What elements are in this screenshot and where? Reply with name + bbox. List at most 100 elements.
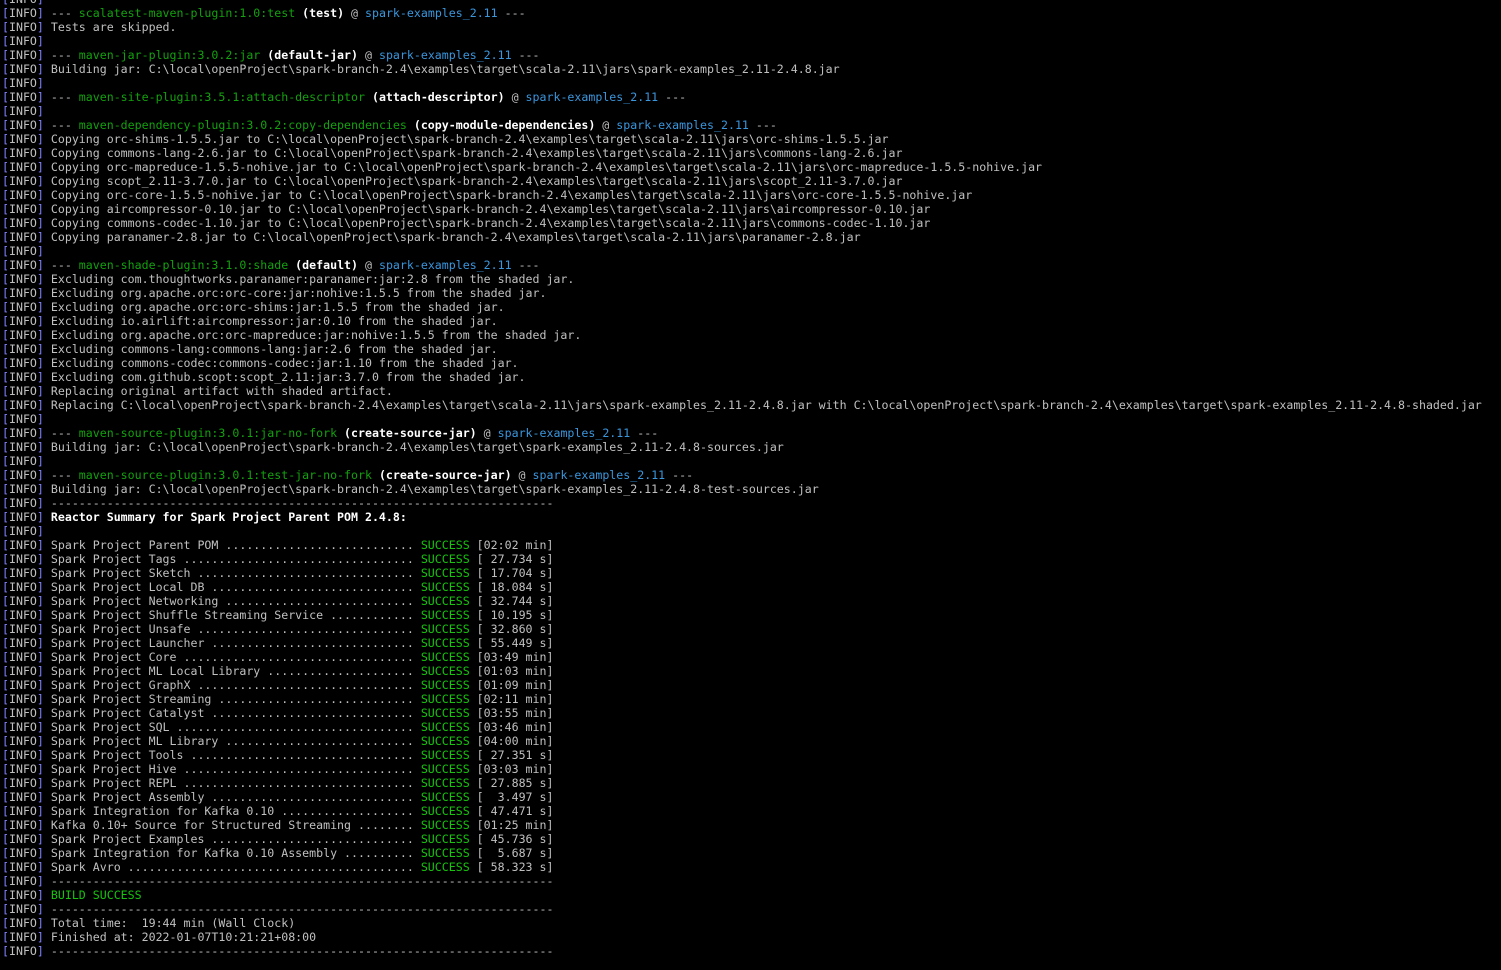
log-level-bracket: [	[2, 174, 9, 188]
log-level: INFO	[8, 384, 37, 398]
status-success: SUCCESS	[420, 846, 470, 860]
log-level: INFO	[8, 146, 37, 160]
log-text: [ 27.885 s]	[469, 776, 554, 790]
log-level-bracket: [	[2, 888, 9, 902]
terminal-output[interactable]: [INFO] [INFO] --- scalatest-maven-plugin…	[2, 0, 1499, 958]
log-text: [01:25 min]	[469, 818, 554, 832]
log-level-bracket: ]	[36, 944, 51, 958]
log-level-bracket: ]	[36, 328, 51, 342]
execution-id: (test)	[295, 6, 345, 20]
log-level: INFO	[8, 286, 37, 300]
log-text: Copying orc-core-1.5.5-nohive.jar to C:\…	[50, 188, 973, 202]
status-success: SUCCESS	[420, 860, 470, 874]
log-level-bracket: ]	[36, 426, 51, 440]
plugin-goal: maven-source-plugin:3.0.1:jar-no-fork	[78, 426, 338, 440]
log-level: INFO	[8, 888, 37, 902]
log-level: INFO	[8, 370, 37, 384]
log-level: INFO	[8, 272, 37, 286]
log-level-bracket: ]	[36, 594, 51, 608]
log-text: ---	[630, 426, 659, 440]
log-line: [INFO] Copying paranamer-2.8.jar to C:\l…	[2, 230, 1499, 244]
log-text: [ 17.704 s]	[469, 566, 554, 580]
log-line: [INFO] Spark Project SQL ...............…	[2, 720, 1499, 734]
log-level-bracket: ]	[36, 356, 51, 370]
status-success: SUCCESS	[420, 538, 470, 552]
log-level-bracket: [	[2, 874, 9, 888]
log-text: Kafka 0.10+ Source for Structured Stream…	[50, 818, 421, 832]
log-line: [INFO] --- maven-source-plugin:3.0.1:tes…	[2, 468, 1499, 482]
log-line: [INFO] Replacing original artifact with …	[2, 384, 1499, 398]
log-level: INFO	[8, 622, 37, 636]
log-level: INFO	[8, 34, 37, 48]
log-level-bracket: [	[2, 706, 9, 720]
log-level: INFO	[8, 748, 37, 762]
log-text: Copying scopt_2.11-3.7.0.jar to C:\local…	[50, 174, 903, 188]
log-text: ---	[50, 118, 79, 132]
log-level-bracket: ]	[36, 566, 51, 580]
log-line: [INFO] Spark Project Hive ..............…	[2, 762, 1499, 776]
log-line: [INFO] Total time: 19:44 min (Wall Clock…	[2, 916, 1499, 930]
log-level-bracket: [	[2, 622, 9, 636]
log-level-bracket: [	[2, 790, 9, 804]
log-level: INFO	[8, 818, 37, 832]
log-level-bracket: [	[2, 244, 9, 258]
log-level: INFO	[8, 538, 37, 552]
log-line: [INFO] Spark Project Launcher ..........…	[2, 636, 1499, 650]
log-level: INFO	[8, 468, 37, 482]
status-success: SUCCESS	[420, 650, 470, 664]
log-level: INFO	[8, 356, 37, 370]
log-level-bracket: ]	[36, 188, 51, 202]
log-text: Excluding org.apache.orc:orc-mapreduce:j…	[50, 328, 582, 342]
log-level-bracket: [	[2, 300, 9, 314]
log-level-bracket: ]	[36, 916, 51, 930]
log-text: @	[358, 258, 379, 272]
log-level-bracket: [	[2, 104, 9, 118]
log-level-bracket: ]	[36, 258, 51, 272]
log-level-bracket: [	[2, 692, 9, 706]
plugin-goal: maven-site-plugin:3.5.1:attach-descripto…	[78, 90, 365, 104]
log-text: ----------------------------------------…	[50, 874, 554, 888]
status-success: SUCCESS	[420, 804, 470, 818]
log-level-bracket: ]	[36, 34, 51, 48]
log-line: [INFO] Excluding commons-lang:commons-la…	[2, 342, 1499, 356]
status-success: SUCCESS	[420, 692, 470, 706]
log-level-bracket: [	[2, 328, 9, 342]
log-level-bracket: [	[2, 132, 9, 146]
log-level-bracket: ]	[36, 440, 51, 454]
log-level: INFO	[8, 510, 37, 524]
log-level: INFO	[8, 300, 37, 314]
status-success: SUCCESS	[420, 748, 470, 762]
log-level-bracket: ]	[36, 818, 51, 832]
artifact-id: spark-examples_2.11	[497, 426, 631, 440]
log-level-bracket: ]	[36, 860, 51, 874]
log-line: [INFO] Spark Project REPL ..............…	[2, 776, 1499, 790]
log-level-bracket: ]	[36, 846, 51, 860]
log-text: Replacing original artifact with shaded …	[50, 384, 393, 398]
log-level: INFO	[8, 860, 37, 874]
log-level: INFO	[8, 762, 37, 776]
log-text: ---	[511, 258, 540, 272]
log-text: Spark Project Launcher .................…	[50, 636, 421, 650]
log-line: [INFO] ---------------------------------…	[2, 944, 1499, 958]
log-line: [INFO] --- maven-jar-plugin:3.0.2:jar (d…	[2, 48, 1499, 62]
log-level: INFO	[8, 608, 37, 622]
log-line: [INFO] Spark Project Assembly ..........…	[2, 790, 1499, 804]
log-line: [INFO] Excluding org.apache.orc:orc-mapr…	[2, 328, 1499, 342]
log-level-bracket: [	[2, 188, 9, 202]
log-text: Spark Project Networking ...............…	[50, 594, 421, 608]
log-text: Spark Project Local DB .................…	[50, 580, 421, 594]
log-level-bracket: ]	[36, 510, 51, 524]
log-level-bracket: ]	[36, 132, 51, 146]
log-line: [INFO] Copying orc-core-1.5.5-nohive.jar…	[2, 188, 1499, 202]
plugin-goal: maven-shade-plugin:3.1.0:shade	[78, 258, 289, 272]
log-level-bracket: ]	[36, 384, 51, 398]
log-level: INFO	[8, 426, 37, 440]
execution-id: (default-jar)	[260, 48, 359, 62]
log-level: INFO	[8, 594, 37, 608]
log-level: INFO	[8, 132, 37, 146]
log-text: Spark Project Sketch ...................…	[50, 566, 421, 580]
log-text: Excluding org.apache.orc:orc-shims:jar:1…	[50, 300, 505, 314]
log-level: INFO	[8, 706, 37, 720]
log-line: [INFO] --- maven-dependency-plugin:3.0.2…	[2, 118, 1499, 132]
plugin-goal: scalatest-maven-plugin:1.0:test	[78, 6, 296, 20]
